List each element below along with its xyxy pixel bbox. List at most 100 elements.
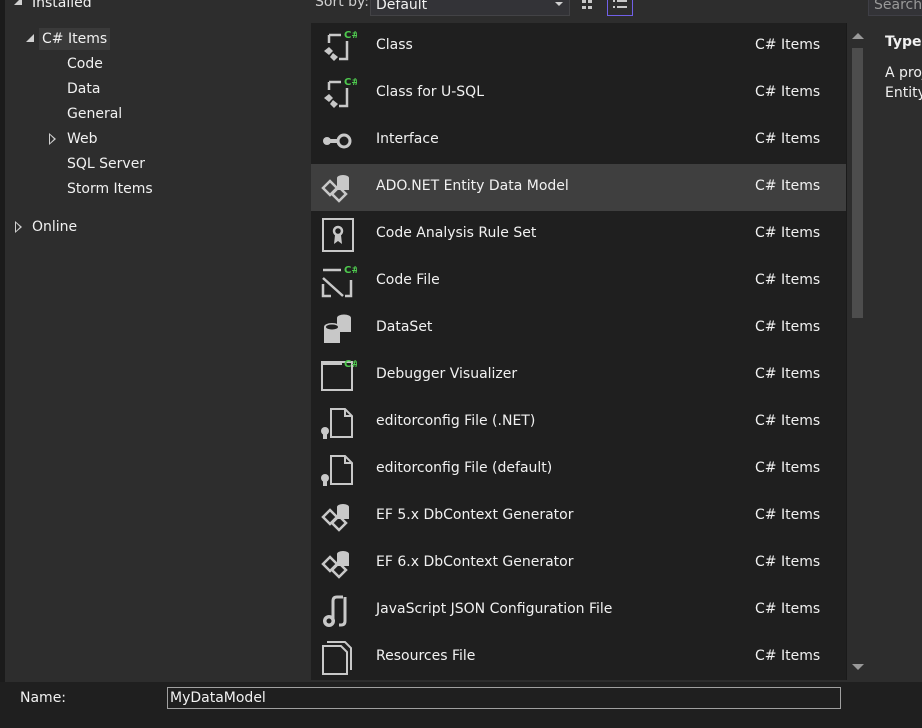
- resources-file-icon: [319, 640, 357, 676]
- tree-label: Code: [67, 56, 103, 72]
- search-input[interactable]: Search: [868, 0, 922, 16]
- template-name: Interface: [376, 131, 439, 147]
- tree-node-storm-items[interactable]: Storm Items: [67, 178, 153, 200]
- interface-icon: [319, 123, 357, 159]
- template-list-item[interactable]: C# Code File C# Items: [311, 258, 846, 305]
- tree-node-code[interactable]: Code: [67, 53, 103, 75]
- template-type: C# Items: [755, 272, 821, 288]
- template-list-item[interactable]: Interface C# Items: [311, 117, 846, 164]
- tree-label: Online: [32, 219, 78, 235]
- sort-by-label: Sort by:: [315, 0, 370, 10]
- template-list-item[interactable]: EF 6.x DbContext Generator C# Items: [311, 540, 846, 587]
- template-list-item[interactable]: editorconfig File (default) C# Items: [311, 446, 846, 493]
- template-name: Code File: [376, 272, 440, 288]
- rule-set-icon: [319, 217, 357, 253]
- details-description-line: A proj: [885, 65, 922, 81]
- template-type: C# Items: [755, 366, 821, 382]
- template-name: editorconfig File (.NET): [376, 413, 536, 429]
- template-type: C# Items: [755, 648, 821, 664]
- sort-by-value: Default: [376, 0, 428, 13]
- details-description-line: Entity: [885, 85, 922, 101]
- list-scrollbar[interactable]: [846, 23, 867, 680]
- expanded-arrow-icon[interactable]: [26, 34, 34, 42]
- template-list-item[interactable]: DataSet C# Items: [311, 305, 846, 352]
- tree-label: C# Items: [39, 28, 111, 50]
- entity-model-icon: [319, 499, 357, 535]
- debugger-visualizer-icon: C#: [319, 358, 360, 394]
- template-type: C# Items: [755, 178, 821, 194]
- expanded-arrow-icon[interactable]: [14, 0, 22, 5]
- editorconfig-icon: [319, 452, 357, 488]
- template-list-item[interactable]: JavaScript JSON Configuration File C# Ite…: [311, 587, 846, 634]
- tree-label: Installed: [32, 0, 92, 11]
- template-name: Class: [376, 37, 413, 53]
- svg-text:C#: C#: [344, 77, 357, 88]
- template-name: ADO.NET Entity Data Model: [376, 178, 569, 194]
- template-list-item[interactable]: EF 5.x DbContext Generator C# Items: [311, 493, 846, 540]
- entity-model-icon: [319, 546, 357, 582]
- tree-label: Data: [67, 81, 101, 97]
- template-name: Class for U-SQL: [376, 84, 484, 100]
- template-name: Debugger Visualizer: [376, 366, 518, 382]
- template-type: C# Items: [755, 319, 821, 335]
- template-name: EF 6.x DbContext Generator: [376, 554, 574, 570]
- template-type: C# Items: [755, 460, 821, 476]
- template-type: C# Items: [755, 131, 821, 147]
- template-name: Code Analysis Rule Set: [376, 225, 537, 241]
- template-list-item[interactable]: ADO.NET Entity Data Model C# Items: [311, 164, 846, 211]
- details-pane: [868, 22, 922, 682]
- template-name: editorconfig File (default): [376, 460, 553, 476]
- collapsed-arrow-icon[interactable]: [49, 133, 56, 145]
- template-name: JavaScript JSON Configuration File: [376, 601, 613, 617]
- template-type: C# Items: [755, 507, 821, 523]
- template-type: C# Items: [755, 601, 821, 617]
- template-list-item[interactable]: C# Class C# Items: [311, 23, 846, 70]
- scroll-thumb[interactable]: [852, 48, 863, 318]
- entity-model-icon: [319, 170, 357, 206]
- template-list-item[interactable]: editorconfig File (.NET) C# Items: [311, 399, 846, 446]
- chevron-down-icon: [555, 2, 563, 6]
- template-tree-pane: [5, 0, 310, 682]
- list-view-button[interactable]: [607, 0, 633, 16]
- template-list-item[interactable]: Code Analysis Rule Set C# Items: [311, 211, 846, 258]
- small-icons-view-button[interactable]: [576, 0, 602, 16]
- scroll-down-arrow-icon[interactable]: [852, 664, 864, 670]
- name-input[interactable]: [167, 687, 841, 709]
- name-label: Name:: [20, 690, 67, 706]
- tree-node-sql-server[interactable]: SQL Server: [67, 153, 145, 175]
- template-list: C# Class C# Items C# Class for U-SQL C# Item…: [311, 23, 846, 680]
- svg-text:C#: C#: [344, 359, 357, 370]
- details-type-label: Type:: [885, 34, 922, 50]
- template-type: C# Items: [755, 554, 821, 570]
- template-list-item[interactable]: C# Class for U-SQL C# Items: [311, 70, 846, 117]
- tree-label: Web: [67, 131, 98, 147]
- tree-label: General: [67, 106, 123, 122]
- editorconfig-icon: [319, 405, 357, 441]
- json-config-icon: [319, 593, 357, 629]
- class-icon: C#: [319, 29, 360, 65]
- svg-text:C#: C#: [344, 265, 357, 276]
- template-type: C# Items: [755, 84, 821, 100]
- tree-label: SQL Server: [67, 156, 146, 172]
- svg-text:C#: C#: [344, 30, 357, 41]
- template-type: C# Items: [755, 225, 821, 241]
- sort-by-dropdown[interactable]: Default: [370, 0, 570, 16]
- collapsed-arrow-icon[interactable]: [15, 221, 22, 233]
- grid-view-icon: [582, 0, 592, 9]
- tree-node-data[interactable]: Data: [67, 78, 100, 100]
- tree-label: Storm Items: [67, 181, 153, 197]
- details-description: A proj Entity: [885, 63, 922, 103]
- template-name: Resources File: [376, 648, 476, 664]
- template-type: C# Items: [755, 37, 821, 53]
- template-list-item[interactable]: C# Debugger Visualizer C# Items: [311, 352, 846, 399]
- tree-node-general[interactable]: General: [67, 103, 122, 125]
- dataset-icon: [319, 311, 357, 347]
- template-list-item[interactable]: Resources File C# Items: [311, 634, 846, 680]
- scroll-up-arrow-icon[interactable]: [852, 33, 864, 39]
- class-icon: C#: [319, 76, 360, 112]
- code-file-icon: C#: [319, 264, 360, 300]
- template-name: EF 5.x DbContext Generator: [376, 507, 574, 523]
- search-placeholder: Search: [874, 0, 922, 13]
- list-view-icon: [613, 0, 627, 8]
- template-type: C# Items: [755, 413, 821, 429]
